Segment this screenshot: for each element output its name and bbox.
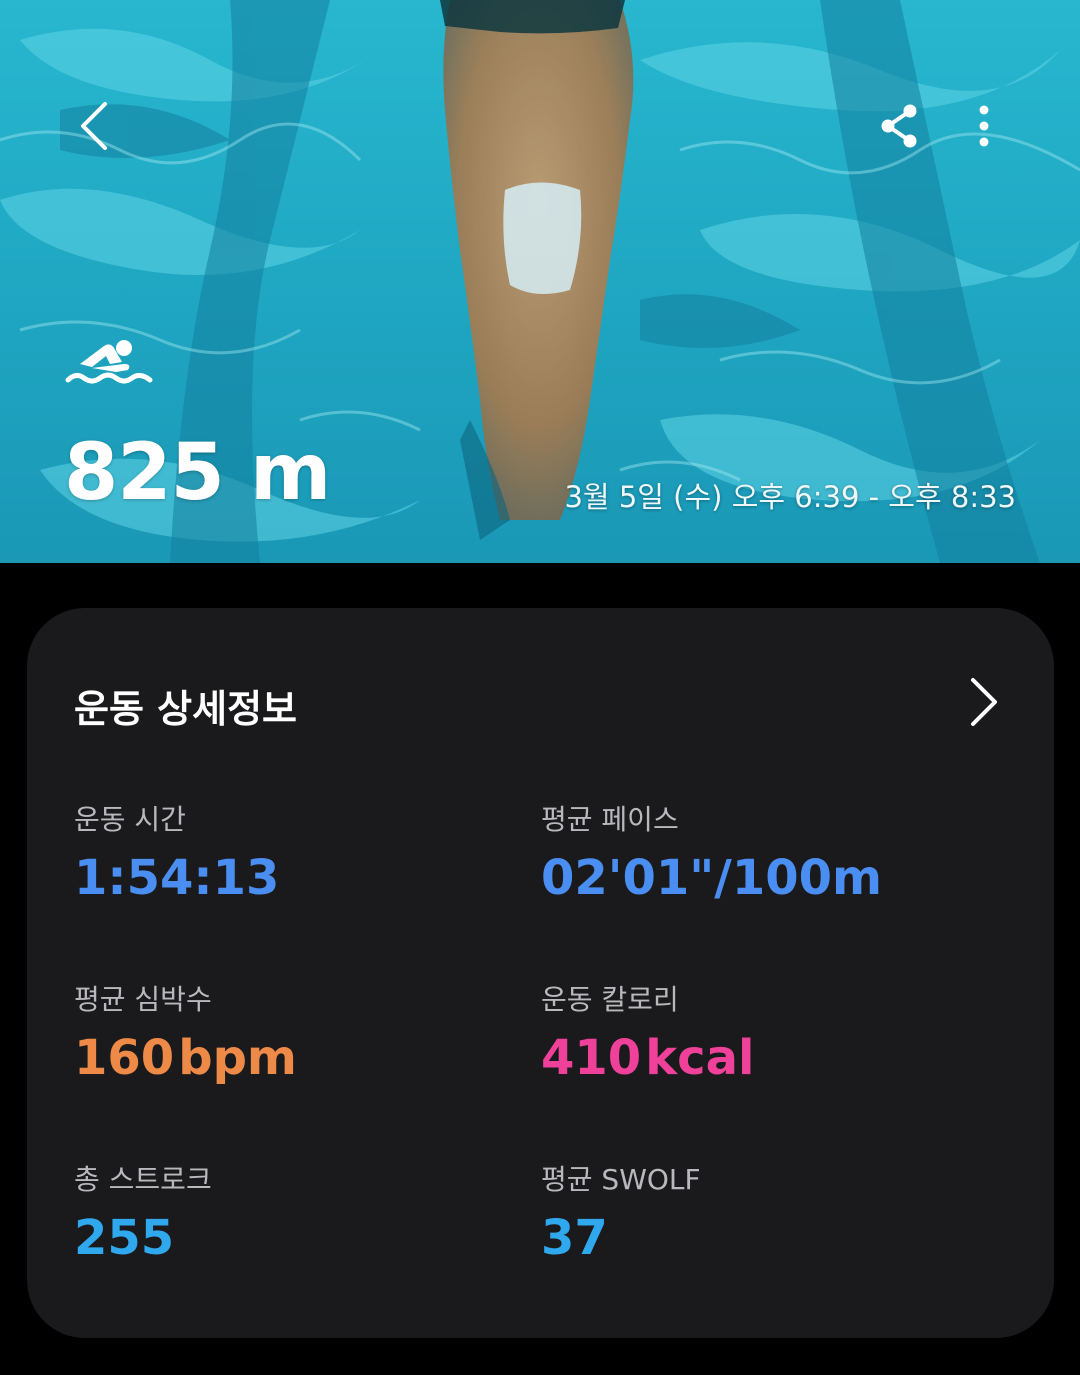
chevron-right-icon (971, 678, 997, 726)
stat-label: 평균 SWOLF (541, 1163, 701, 1196)
more-vertical-icon (979, 105, 989, 147)
back-button[interactable] (62, 92, 126, 160)
stat-unit: bpm (178, 1030, 297, 1086)
workout-details-card: 운동 상세정보 운동 시간 1:54:13 평균 페이스 02'01"/100m… (27, 608, 1054, 1338)
stat-label: 운동 시간 (74, 803, 186, 836)
distance-value: 825 m (64, 428, 331, 518)
share-button[interactable] (866, 96, 932, 156)
stat-unit: kcal (645, 1030, 755, 1086)
swimming-icon (65, 340, 153, 384)
stat-total-strokes: 총 스트로크 255 (74, 1160, 514, 1266)
stat-label: 운동 칼로리 (541, 983, 679, 1016)
stat-value: 1:54:13 (74, 850, 280, 906)
chevron-left-icon (81, 102, 107, 150)
details-header[interactable]: 운동 상세정보 (74, 672, 1004, 742)
stat-average-heart-rate: 평균 심박수 160bpm (74, 980, 514, 1086)
stat-label: 평균 심박수 (74, 983, 212, 1016)
stat-average-pace: 평균 페이스 02'01"/100m (541, 800, 981, 906)
stat-value: 37 (541, 1210, 608, 1266)
more-options-button[interactable] (962, 96, 1006, 156)
stat-label: 평균 페이스 (541, 803, 679, 836)
share-icon (881, 104, 917, 148)
stat-value: 410 (541, 1030, 642, 1086)
details-open-button[interactable] (954, 672, 1014, 732)
workout-datetime: 3월 5일 (수) 오후 6:39 - 오후 8:33 (564, 480, 1016, 514)
stat-value: 160 (74, 1030, 175, 1086)
stat-average-swolf: 평균 SWOLF 37 (541, 1160, 981, 1266)
stat-value: 02'01"/100m (541, 850, 883, 906)
stat-value: 255 (74, 1210, 175, 1266)
details-title: 운동 상세정보 (74, 687, 297, 731)
stat-workout-time: 운동 시간 1:54:13 (74, 800, 514, 906)
stat-label: 총 스트로크 (74, 1163, 212, 1196)
hero-banner: 825 m 3월 5일 (수) 오후 6:39 - 오후 8:33 (0, 0, 1080, 563)
stat-calories: 운동 칼로리 410kcal (541, 980, 981, 1086)
